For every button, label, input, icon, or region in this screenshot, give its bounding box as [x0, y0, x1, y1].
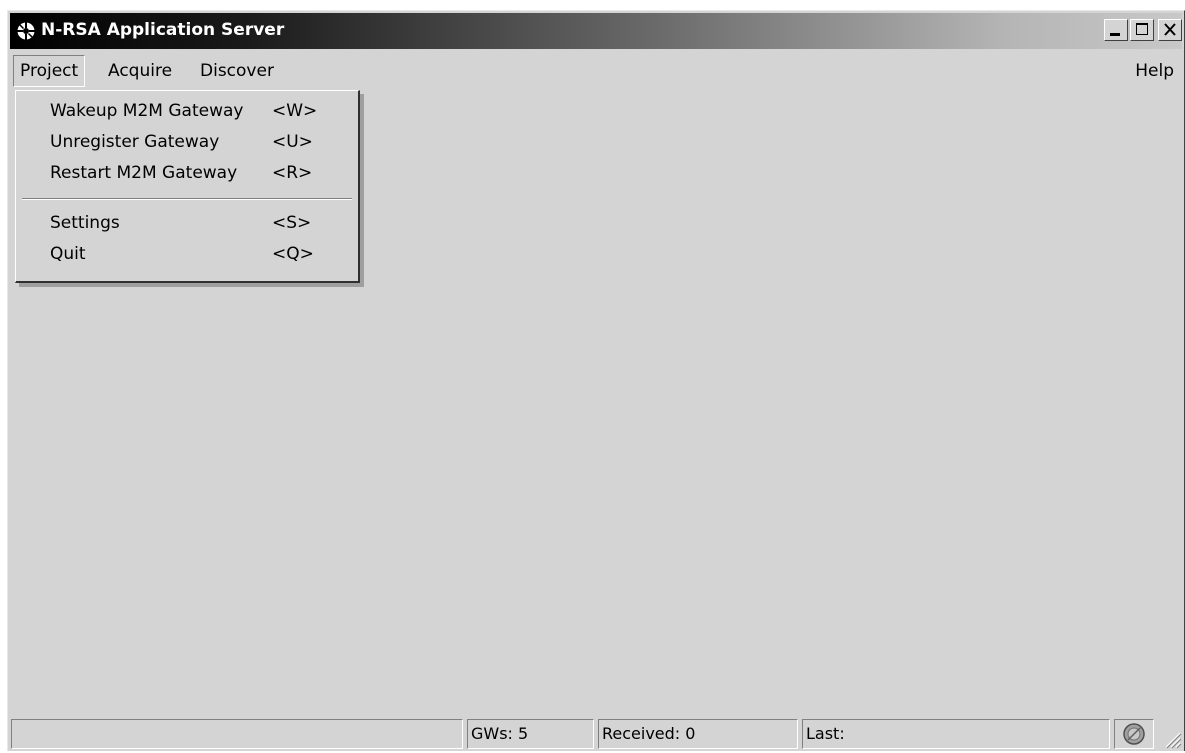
- menu-item-label: Unregister Gateway: [50, 132, 220, 152]
- menu-item-shortcut: <W>: [272, 101, 318, 121]
- app-icon[interactable]: [16, 21, 36, 41]
- menu-discover[interactable]: Discover: [194, 57, 280, 85]
- menu-item-label: Quit: [50, 244, 86, 264]
- menu-item-label: Restart M2M Gateway: [50, 163, 238, 183]
- menu-item-restart-gateway[interactable]: Restart M2M Gateway <R>: [16, 158, 358, 188]
- status-bar: GWs: 5 Received: 0 Last:: [8, 715, 1184, 751]
- maximize-icon: [1136, 23, 1148, 35]
- minimize-icon: [1110, 33, 1120, 36]
- menu-item-shortcut: <Q>: [272, 244, 314, 264]
- status-last: Last:: [802, 719, 1110, 749]
- window-title: N-RSA Application Server: [41, 20, 285, 40]
- menu-item-shortcut: <U>: [272, 132, 313, 152]
- menu-item-label: Wakeup M2M Gateway: [50, 101, 244, 121]
- menu-item-quit[interactable]: Quit <Q>: [16, 239, 358, 269]
- menu-item-wakeup-gateway[interactable]: Wakeup M2M Gateway <W>: [16, 96, 358, 126]
- application-window: N-RSA Application Server Project Acquire…: [7, 10, 1185, 751]
- menu-item-label: Settings: [50, 213, 120, 233]
- status-received-count: Received: 0: [598, 719, 798, 749]
- menu-bar: Project Acquire Discover Help: [10, 55, 1182, 87]
- menu-item-shortcut: <R>: [272, 163, 313, 183]
- menu-item-unregister-gateway[interactable]: Unregister Gateway <U>: [16, 127, 358, 157]
- status-indicator-icon: [1121, 721, 1147, 747]
- project-menu-dropdown: Wakeup M2M Gateway <W> Unregister Gatewa…: [15, 90, 360, 283]
- menu-item-shortcut: <S>: [272, 213, 312, 233]
- window-controls: [1104, 19, 1182, 41]
- title-bar[interactable]: N-RSA Application Server: [10, 13, 1182, 49]
- minimize-button[interactable]: [1104, 19, 1128, 41]
- menu-separator: [22, 198, 352, 200]
- status-gateways-count: GWs: 5: [467, 719, 594, 749]
- close-icon: [1164, 23, 1176, 36]
- status-message: [11, 719, 463, 749]
- close-button[interactable]: [1158, 19, 1182, 41]
- menu-help[interactable]: Help: [1135, 57, 1174, 85]
- menu-item-settings[interactable]: Settings <S>: [16, 208, 358, 238]
- menu-project[interactable]: Project: [13, 55, 86, 87]
- maximize-button[interactable]: [1130, 19, 1154, 41]
- menu-acquire[interactable]: Acquire: [102, 57, 178, 85]
- resize-grip-icon[interactable]: [1160, 727, 1182, 749]
